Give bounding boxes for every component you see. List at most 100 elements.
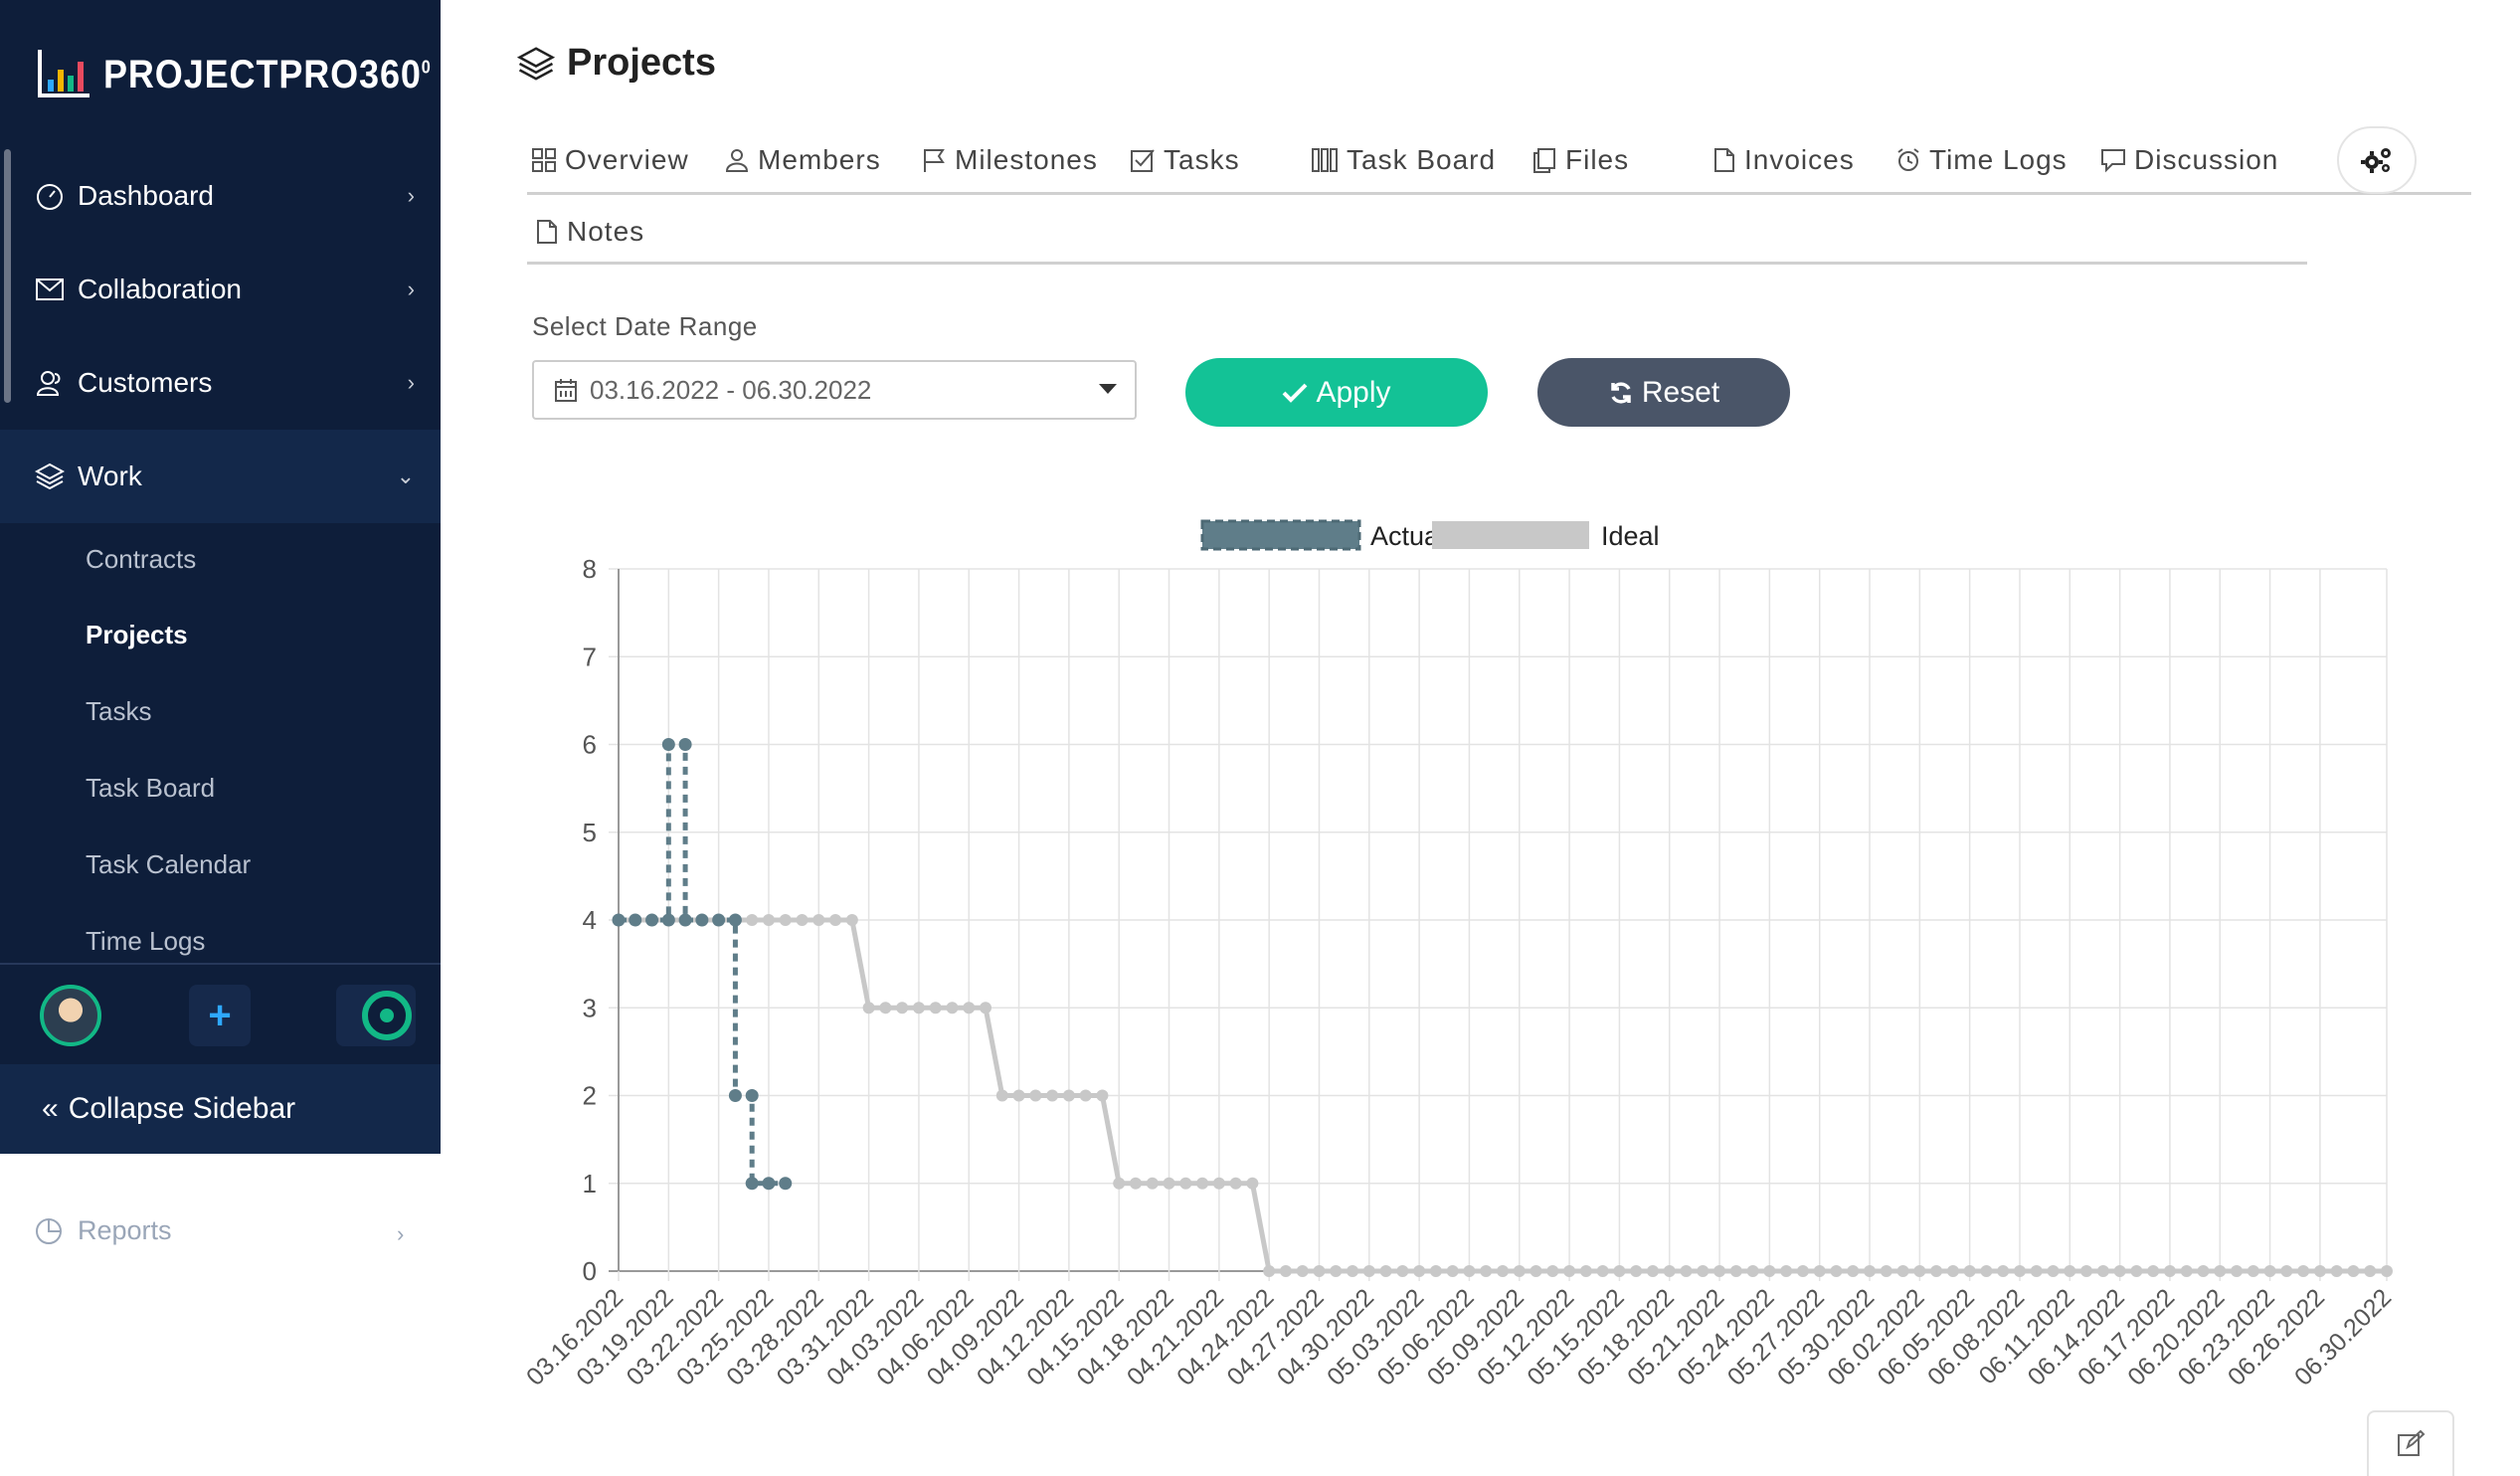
ideal-point xyxy=(2080,1265,2093,1277)
ideal-point xyxy=(1847,1265,1860,1277)
ideal-point xyxy=(1046,1089,1059,1102)
ideal-point xyxy=(1429,1265,1442,1277)
file-icon xyxy=(1712,147,1736,173)
date-range-input[interactable]: 03.16.2022 - 06.30.2022 xyxy=(532,360,1137,420)
y-tick-label: 8 xyxy=(583,554,597,584)
legend-ideal-label: Ideal xyxy=(1601,521,1660,551)
ideal-point xyxy=(1279,1265,1292,1277)
chevron-down-icon: ⌄ xyxy=(396,463,415,488)
sidebar-subitem-task-board[interactable]: Task Board xyxy=(86,773,215,804)
ideal-point xyxy=(1413,1265,1426,1277)
ideal-point xyxy=(1963,1265,1976,1277)
user-avatar[interactable] xyxy=(40,985,101,1046)
ideal-point xyxy=(1997,1265,2010,1277)
actual-point xyxy=(762,1177,776,1191)
ideal-point xyxy=(1113,1177,1126,1190)
tab-invoices[interactable]: Invoices xyxy=(1712,144,1855,176)
tab-time-logs[interactable]: Time Logs xyxy=(1895,144,2068,176)
sidebar-item-dashboard[interactable]: Dashboard › xyxy=(0,149,441,243)
ideal-point xyxy=(2013,1265,2026,1277)
ideal-point xyxy=(1546,1265,1559,1277)
chevron-right-icon: › xyxy=(407,277,415,301)
ideal-point xyxy=(1896,1265,1909,1277)
tab-label: Milestones xyxy=(955,144,1098,175)
ideal-point xyxy=(2147,1265,2160,1277)
tab-task-board[interactable]: Task Board xyxy=(1311,144,1496,176)
tab-label: Task Board xyxy=(1347,144,1497,175)
ideal-point xyxy=(2330,1265,2343,1277)
tab-milestones[interactable]: Milestones xyxy=(921,144,1098,176)
reset-button[interactable]: Reset xyxy=(1537,358,1790,427)
bar-chart-logo-icon xyxy=(38,50,90,97)
ideal-point xyxy=(2364,1265,2377,1277)
ideal-point xyxy=(2263,1265,2276,1277)
ideal-point xyxy=(1513,1265,1526,1277)
ideal-point xyxy=(1830,1265,1843,1277)
file-icon xyxy=(535,219,559,245)
sidebar-item-work[interactable]: Work ⌄ xyxy=(0,430,441,523)
tab-overview[interactable]: Overview xyxy=(531,144,689,176)
ideal-point xyxy=(2381,1265,2393,1277)
tab-label: Invoices xyxy=(1744,144,1855,175)
ideal-point xyxy=(1646,1265,1659,1277)
ideal-point xyxy=(1480,1265,1493,1277)
actual-line xyxy=(619,742,786,1187)
actual-point xyxy=(661,913,675,927)
sidebar-subitem-task-calendar[interactable]: Task Calendar xyxy=(86,849,251,880)
ideal-point xyxy=(2214,1265,2227,1277)
ideal-point xyxy=(1596,1265,1609,1277)
notifications-button[interactable] xyxy=(336,985,416,1046)
settings-button[interactable] xyxy=(2337,126,2417,194)
ideal-point xyxy=(1630,1265,1643,1277)
tab-members[interactable]: Members xyxy=(724,144,881,176)
actual-point xyxy=(678,913,692,927)
ideal-point xyxy=(829,914,842,926)
actual-point xyxy=(728,1089,742,1102)
ideal-point xyxy=(1880,1265,1892,1277)
ideal-point xyxy=(1313,1265,1326,1277)
tab-discussion[interactable]: Discussion xyxy=(2100,144,2278,176)
edit-icon xyxy=(2398,1429,2426,1456)
sidebar-subitem-tasks[interactable]: Tasks xyxy=(86,696,151,727)
collapse-sidebar-button[interactable]: « Collapse Sidebar xyxy=(0,1064,441,1154)
sidebar-item-collaboration[interactable]: Collaboration › xyxy=(0,243,441,336)
app-logo[interactable]: PROJECTPRO3600 xyxy=(36,48,467,101)
pie-chart-icon xyxy=(36,1217,62,1244)
ideal-point xyxy=(1813,1265,1826,1277)
ideal-point xyxy=(2163,1265,2176,1277)
ideal-point xyxy=(1946,1265,1959,1277)
ideal-point xyxy=(2313,1265,2326,1277)
checkbox-icon xyxy=(1130,147,1156,173)
ideal-point xyxy=(2030,1265,2043,1277)
sidebar-item-reports[interactable]: Reports › xyxy=(34,1215,404,1246)
gears-icon xyxy=(2361,148,2391,173)
ideal-point xyxy=(779,914,792,926)
ideal-point xyxy=(1263,1265,1276,1277)
page-title-text: Projects xyxy=(567,42,716,84)
y-tick-label: 6 xyxy=(583,730,597,760)
ideal-point xyxy=(1229,1177,1242,1190)
tab-notes[interactable]: Notes xyxy=(535,216,644,248)
sidebar-subitem-time-logs[interactable]: Time Logs xyxy=(86,926,205,957)
tab-files[interactable]: Files xyxy=(1531,144,1629,176)
flag-icon xyxy=(921,147,947,173)
actual-point xyxy=(779,1177,793,1191)
sidebar-subitem-contracts[interactable]: Contracts xyxy=(86,544,196,575)
apply-button[interactable]: Apply xyxy=(1185,358,1488,427)
edit-button[interactable] xyxy=(2367,1410,2454,1476)
ideal-point xyxy=(1296,1265,1309,1277)
sidebar-subitem-projects[interactable]: Projects xyxy=(86,620,188,650)
logo-text: PROJECTPRO3600 xyxy=(103,52,432,96)
ideal-point xyxy=(1613,1265,1626,1277)
ideal-point xyxy=(1347,1265,1359,1277)
add-button[interactable]: + xyxy=(189,985,251,1046)
sidebar-item-customers[interactable]: Customers › xyxy=(0,336,441,430)
sidebar-item-label: Dashboard xyxy=(78,180,214,211)
sidebar: PROJECTPRO3600 Dashboard › Collaboration… xyxy=(0,0,441,1154)
tab-tasks[interactable]: Tasks xyxy=(1130,144,1240,176)
ideal-point xyxy=(879,1002,892,1015)
actual-point xyxy=(629,913,642,927)
sidebar-item-label: Collaboration xyxy=(78,274,242,304)
ideal-point xyxy=(1563,1265,1576,1277)
tab-label: Members xyxy=(758,144,881,175)
